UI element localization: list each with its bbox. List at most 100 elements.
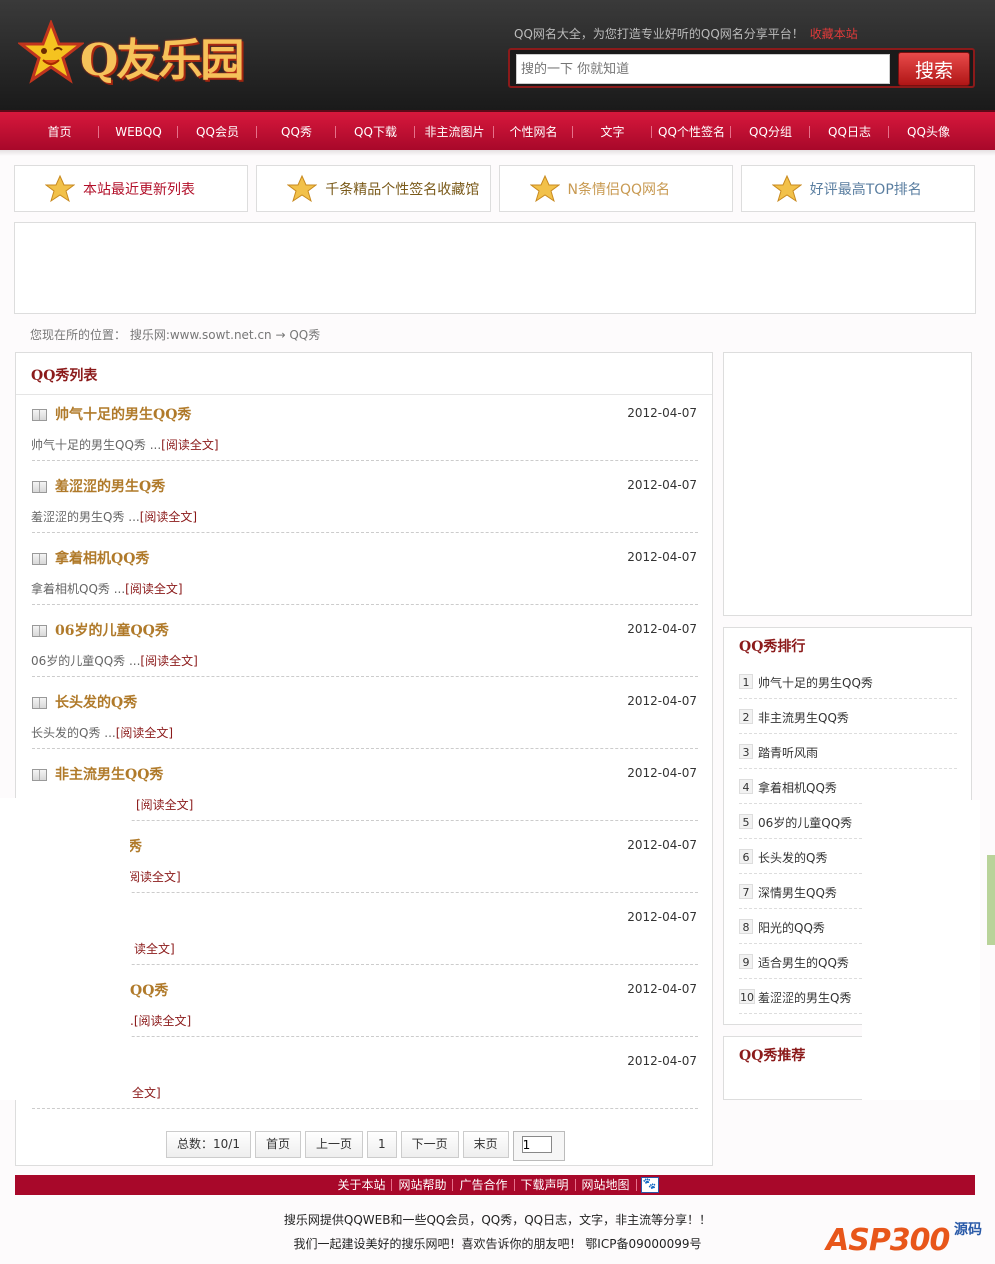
read-more-link[interactable]: [阅读全文] xyxy=(125,582,182,596)
paw-icon[interactable] xyxy=(640,1177,659,1193)
nav-item-nicknames[interactable]: 个性网名 xyxy=(494,112,573,152)
rank-number: 2 xyxy=(739,709,753,724)
feature-top-rated[interactable]: 好评最高TOP排名 xyxy=(740,165,975,212)
site-logo[interactable]: Q友乐园 xyxy=(16,14,246,94)
pager-prev-button[interactable]: 上一页 xyxy=(304,1131,363,1158)
rank-item[interactable]: 3 踏青听风雨 xyxy=(739,736,957,771)
rank-text[interactable]: 06岁的儿童QQ秀 xyxy=(758,814,852,831)
entry-date: 2012-04-07 xyxy=(627,838,697,852)
entry-title[interactable]: QQ秀 xyxy=(130,980,168,1000)
rank-text[interactable]: 深情男生QQ秀 xyxy=(758,884,837,901)
nav-item-journal[interactable]: QQ日志 xyxy=(810,112,889,152)
read-more-link[interactable]: .[阅读全文] xyxy=(130,1014,191,1028)
logo-text: Q友乐园 xyxy=(80,35,244,86)
list-title: QQ秀列表 xyxy=(31,368,98,384)
recommend-title: QQ秀推荐 xyxy=(739,1048,806,1064)
divider xyxy=(739,733,957,734)
footer-link-about[interactable]: 关于本站 xyxy=(331,1179,393,1191)
rank-number: 10 xyxy=(739,989,755,1004)
sidebar-ad-area xyxy=(723,352,972,616)
rank-text[interactable]: 非主流男生QQ秀 xyxy=(758,709,849,726)
divider xyxy=(32,532,698,533)
feature-couple-names[interactable]: N条情侣QQ网名 xyxy=(498,165,733,212)
breadcrumb: 您现在所的位置： 搜乐网:www.sowt.net.cn → QQ秀 xyxy=(30,328,321,342)
divider xyxy=(739,768,957,769)
feature-label: 本站最近更新列表 xyxy=(83,181,195,198)
footer-link-help[interactable]: 网站帮助 xyxy=(392,1179,454,1191)
read-more-link[interactable]: [阅读全文] xyxy=(136,798,193,812)
pager-jump xyxy=(512,1131,565,1161)
entry-desc: [阅读全文] xyxy=(136,796,193,813)
footer-link-sitemap[interactable]: 网站地图 xyxy=(576,1179,637,1191)
footer-link-ads[interactable]: 广告合作 xyxy=(453,1179,515,1191)
pager-total: 总数：10/1 xyxy=(166,1131,251,1158)
pager-first-button[interactable]: 首页 xyxy=(254,1131,301,1158)
nav-item-qq-member[interactable]: QQ会员 xyxy=(178,112,257,152)
rank-text[interactable]: 拿着相机QQ秀 xyxy=(758,779,837,796)
overlay-panel-left xyxy=(0,798,130,1100)
site-header: Q友乐园 QQ网名大全，为您打造专业好听的QQ网名分享平台！ 收藏本站 搜索 xyxy=(0,0,995,110)
read-more-link[interactable]: 读全文] xyxy=(134,942,175,956)
read-more-link[interactable]: [阅读全文] xyxy=(116,726,173,740)
main-nav: 首页 WEBQQ QQ会员 QQ秀 QQ下载 非主流图片 个性网名 文字 QQ个… xyxy=(0,110,995,150)
star-icon xyxy=(771,174,802,202)
feature-label: N条情侣QQ网名 xyxy=(567,181,671,198)
entry-title[interactable]: 长头发的Q秀 xyxy=(55,692,137,712)
book-icon xyxy=(32,769,47,781)
star-icon xyxy=(45,174,75,202)
entry-title[interactable]: 秀 xyxy=(128,836,142,856)
pager-jump-input[interactable] xyxy=(521,1136,552,1153)
read-more-link[interactable]: [阅读全文] xyxy=(140,510,197,524)
read-more-link[interactable]: [阅读全文] xyxy=(140,654,197,668)
entry-title[interactable]: 帅气十足的男生QQ秀 xyxy=(55,404,191,424)
feature-signatures[interactable]: 千条精品个性签名收藏馆 xyxy=(256,165,491,212)
nav-item-qq-show[interactable]: QQ秀 xyxy=(257,112,336,152)
divider xyxy=(32,1036,698,1037)
entry-desc: 读全文] xyxy=(134,940,175,957)
rank-item[interactable]: 2 非主流男生QQ秀 xyxy=(739,701,957,736)
nav-shadow xyxy=(0,150,995,156)
rank-text[interactable]: 踏青听风雨 xyxy=(758,744,818,761)
rank-item[interactable]: 1 帅气十足的男生QQ秀 xyxy=(739,666,957,701)
rank-text[interactable]: 阳光的QQ秀 xyxy=(758,919,825,936)
entry-desc: 拿着相机QQ秀 ...[阅读全文] xyxy=(31,580,183,597)
rank-number: 8 xyxy=(739,919,753,934)
rank-text[interactable]: 适合男生的QQ秀 xyxy=(758,954,849,971)
nav-item-signatures[interactable]: QQ个性签名 xyxy=(652,112,731,152)
footer-link-disclaimer[interactable]: 下载声明 xyxy=(515,1179,576,1191)
feature-recent-updates[interactable]: 本站最近更新列表 xyxy=(14,165,249,212)
entry-date: 2012-04-07 xyxy=(627,478,697,492)
book-icon xyxy=(32,409,47,421)
search-input[interactable] xyxy=(516,54,890,84)
nav-item-qq-download[interactable]: QQ下载 xyxy=(336,112,415,152)
nav-item-text[interactable]: 文字 xyxy=(573,112,652,152)
feature-label: 好评最高TOP排名 xyxy=(809,181,922,198)
nav-item-alt-images[interactable]: 非主流图片 xyxy=(415,112,494,152)
nav-item-webqq[interactable]: WEBQQ xyxy=(99,112,178,152)
pager-last-button[interactable]: 末页 xyxy=(462,1131,509,1158)
rank-text[interactable]: 长头发的Q秀 xyxy=(758,849,827,866)
rank-text[interactable]: 帅气十足的男生QQ秀 xyxy=(758,674,873,691)
entry-date: 2012-04-07 xyxy=(627,1054,697,1068)
pager-page-1[interactable]: 1 xyxy=(366,1131,397,1158)
slogan-text: QQ网名大全，为您打造专业好听的QQ网名分享平台！ xyxy=(514,27,804,41)
bookmark-link[interactable]: 收藏本站 xyxy=(810,27,858,41)
nav-item-avatars[interactable]: QQ头像 xyxy=(889,112,968,152)
entry-desc: 长头发的Q秀 ...[阅读全文] xyxy=(31,724,173,741)
list-item: 拿着相机QQ秀 2012-04-07 拿着相机QQ秀 ...[阅读全文] xyxy=(16,539,712,611)
read-more-link[interactable]: 全文] xyxy=(132,1086,161,1100)
read-more-link[interactable]: [阅读全文] xyxy=(161,438,218,452)
nav-item-groups[interactable]: QQ分组 xyxy=(731,112,810,152)
search-bar: 搜索 xyxy=(508,48,975,88)
read-more-link[interactable]: 阅读全文] xyxy=(128,870,181,884)
rank-text[interactable]: 羞涩涩的男生Q秀 xyxy=(758,989,851,1006)
nav-item-home[interactable]: 首页 xyxy=(20,112,99,152)
rank-number: 4 xyxy=(739,779,753,794)
search-button[interactable]: 搜索 xyxy=(898,52,970,86)
entry-title[interactable]: 羞涩涩的男生Q秀 xyxy=(55,476,165,496)
entry-title[interactable]: 拿着相机QQ秀 xyxy=(55,548,149,568)
entry-desc: 阅读全文] xyxy=(128,868,181,885)
entry-title[interactable]: 非主流男生QQ秀 xyxy=(55,764,163,784)
entry-title[interactable]: 06岁的儿童QQ秀 xyxy=(55,620,169,640)
pager-next-button[interactable]: 下一页 xyxy=(400,1131,459,1158)
